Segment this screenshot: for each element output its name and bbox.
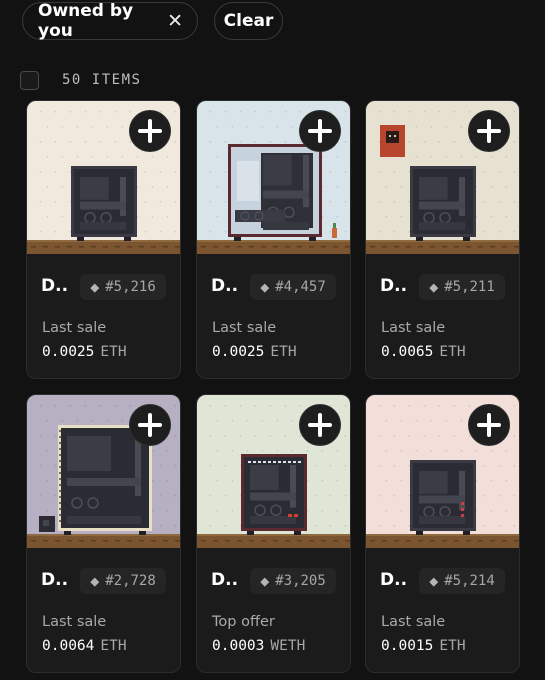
token-id: #2,728 <box>105 573 156 589</box>
add-to-cart-button[interactable] <box>299 404 341 446</box>
eth-diamond-icon: ◆ <box>90 572 100 590</box>
nft-card[interactable]: D.. ◆ #2,728 Last sale 0.0064 ETH <box>26 394 181 673</box>
nft-card[interactable]: D.. ◆ #3,205 Top offer 0.0003 WETH <box>196 394 351 673</box>
price-amount: 0.0003 <box>212 638 265 654</box>
token-id-badge: ◆ #3,205 <box>250 568 336 594</box>
token-id-badge: ◆ #5,211 <box>419 274 505 300</box>
eth-diamond-icon: ◆ <box>429 278 439 296</box>
price-currency: ETH <box>100 638 127 654</box>
price-amount: 0.0025 <box>42 344 95 360</box>
token-id-badge: ◆ #2,728 <box>80 568 166 594</box>
plus-icon <box>477 413 501 437</box>
price: 0.0064 ETH <box>42 638 127 654</box>
price-currency: ETH <box>439 344 466 360</box>
price-amount: 0.0065 <box>381 344 434 360</box>
select-all-row: 50 ITEMS <box>20 68 141 92</box>
add-to-cart-button[interactable] <box>468 404 510 446</box>
filter-chip-owned-by-you[interactable]: Owned by you ✕ <box>22 1 198 41</box>
price: 0.0015 ETH <box>381 638 466 654</box>
item-count: 50 ITEMS <box>62 72 142 88</box>
price: 0.0003 WETH <box>212 638 305 654</box>
token-id-badge: ◆ #4,457 <box>250 274 336 300</box>
plus-icon <box>138 413 162 437</box>
filter-chip-label: Owned by you <box>38 1 134 41</box>
item-name: D.. <box>41 276 69 296</box>
nft-card[interactable]: D.. ◆ #5,211 Last sale 0.0065 ETH <box>365 100 520 379</box>
sale-label: Last sale <box>212 320 277 336</box>
add-to-cart-button[interactable] <box>129 404 171 446</box>
add-to-cart-button[interactable] <box>129 110 171 152</box>
sale-label: Last sale <box>381 614 446 630</box>
price-amount: 0.0025 <box>212 344 265 360</box>
plus-icon <box>477 119 501 143</box>
item-name: D.. <box>41 570 69 590</box>
item-name: D.. <box>380 276 408 296</box>
add-to-cart-button[interactable] <box>468 110 510 152</box>
eth-diamond-icon: ◆ <box>90 278 100 296</box>
select-all-checkbox[interactable] <box>20 70 39 90</box>
sale-label: Last sale <box>42 320 107 336</box>
token-id: #5,214 <box>444 573 495 589</box>
plus-icon <box>308 413 332 437</box>
price-currency: ETH <box>439 638 466 654</box>
eth-diamond-icon: ◆ <box>429 572 439 590</box>
token-id: #3,205 <box>275 573 326 589</box>
price-currency: WETH <box>270 638 306 654</box>
token-id-badge: ◆ #5,216 <box>80 274 166 300</box>
nft-card[interactable]: D.. ◆ #5,216 Last sale 0.0025 ETH <box>26 100 181 379</box>
price-currency: ETH <box>270 344 297 360</box>
price: 0.0065 ETH <box>381 344 466 360</box>
price-currency: ETH <box>100 344 127 360</box>
price: 0.0025 ETH <box>212 344 297 360</box>
price-amount: 0.0015 <box>381 638 434 654</box>
eth-diamond-icon: ◆ <box>260 572 270 590</box>
sale-label: Last sale <box>381 320 446 336</box>
plus-icon <box>308 119 332 143</box>
nft-card[interactable]: D.. ◆ #5,214 Last sale 0.0015 ETH <box>365 394 520 673</box>
token-id: #4,457 <box>275 279 326 295</box>
item-name: D.. <box>211 276 239 296</box>
sale-label: Top offer <box>212 614 275 630</box>
item-name: D.. <box>380 570 408 590</box>
token-id-badge: ◆ #5,214 <box>419 568 505 594</box>
clear-filters-button[interactable]: Clear <box>214 2 283 40</box>
sale-label: Last sale <box>42 614 107 630</box>
item-name: D.. <box>211 570 239 590</box>
price-amount: 0.0064 <box>42 638 95 654</box>
add-to-cart-button[interactable] <box>299 110 341 152</box>
price: 0.0025 ETH <box>42 344 127 360</box>
close-icon[interactable]: ✕ <box>167 10 183 32</box>
eth-diamond-icon: ◆ <box>260 278 270 296</box>
plus-icon <box>138 119 162 143</box>
token-id: #5,216 <box>105 279 156 295</box>
nft-card[interactable]: D.. ◆ #4,457 Last sale 0.0025 ETH <box>196 100 351 379</box>
token-id: #5,211 <box>444 279 495 295</box>
